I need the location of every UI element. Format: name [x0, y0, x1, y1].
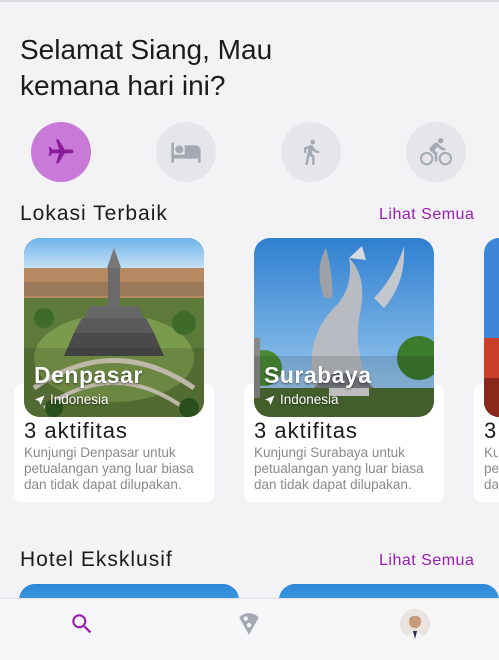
search-icon [72, 614, 92, 634]
destination-country-label: Indonesia [50, 392, 109, 407]
avatar [400, 609, 430, 639]
surabaya-photo [254, 238, 434, 417]
best-locations-title: Lokasi Terbaik [20, 202, 168, 225]
partial-photo [484, 238, 499, 417]
destination-photo-surabaya[interactable]: Surabaya Indonesia [254, 238, 434, 417]
destination-country: Indonesia [264, 392, 339, 407]
nav-food-button[interactable] [232, 607, 266, 641]
bottom-navigation [0, 598, 499, 660]
bed-icon [171, 142, 201, 163]
destination-description: Ku pe da [484, 445, 498, 492]
destination-country: Indonesia [34, 392, 109, 407]
best-locations-see-all-link[interactable]: Lihat Semua [379, 206, 474, 224]
greeting-line-2: kemana hari ini? [20, 70, 226, 101]
exclusive-hotels-title: Hotel Eksklusif [20, 548, 173, 571]
airplane-icon [48, 139, 74, 164]
activity-count: 3 [484, 418, 498, 443]
destination-country-label: Indonesia [280, 392, 339, 407]
greeting-title: Selamat Siang, Mau kemana hari ini? [20, 32, 272, 104]
nav-search-button[interactable] [65, 607, 99, 641]
destination-photo-partial[interactable] [484, 238, 499, 417]
destination-city: Denpasar [34, 362, 143, 388]
category-hotels-button[interactable] [156, 122, 216, 182]
activity-count: 3 aktifitas [24, 418, 128, 443]
destination-description: Kunjungi Denpasar untuk petualangan yang… [24, 445, 194, 492]
destination-photo-denpasar[interactable]: Denpasar Indonesia [24, 238, 204, 417]
category-walking-button[interactable] [281, 122, 341, 182]
category-cycling-button[interactable] [406, 122, 466, 182]
navigation-arrow-icon [35, 395, 45, 404]
pizza-icon [239, 613, 259, 635]
category-flights-button[interactable] [31, 122, 91, 182]
bicycle-icon [420, 138, 452, 166]
destination-description: Kunjungi Surabaya untuk petualangan yang… [254, 445, 424, 492]
greeting-line-1: Selamat Siang, Mau [20, 34, 273, 65]
navigation-arrow-icon [265, 395, 275, 404]
exclusive-hotels-see-all-link[interactable]: Lihat Semua [379, 552, 474, 570]
walking-icon [304, 139, 320, 165]
status-divider [0, 0, 499, 2]
denpasar-photo [24, 238, 204, 417]
nav-profile-button[interactable] [398, 607, 432, 641]
activity-count: 3 aktifitas [254, 418, 358, 443]
destination-city: Surabaya [264, 362, 372, 388]
